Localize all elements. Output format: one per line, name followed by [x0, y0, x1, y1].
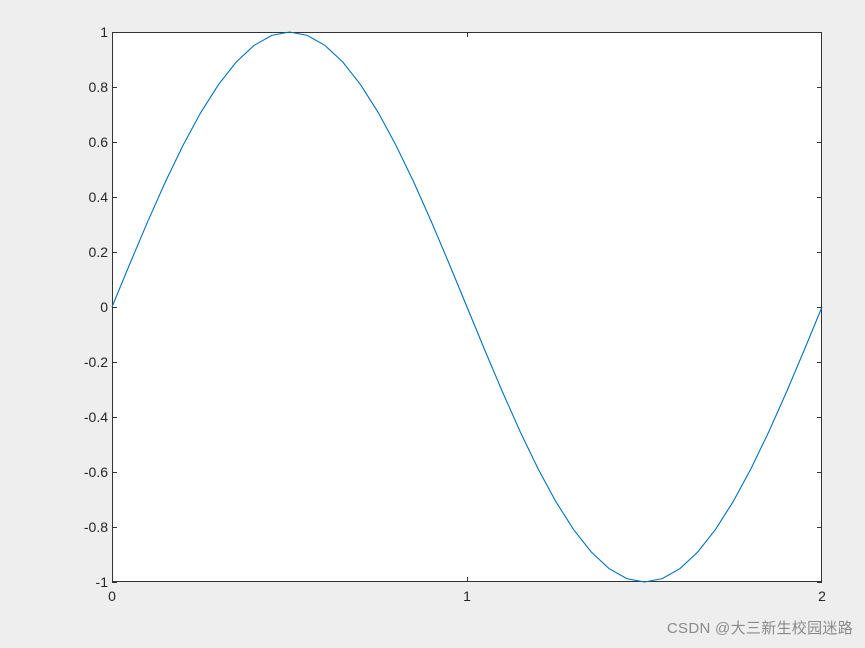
y-tick-mark	[817, 527, 822, 528]
y-tick-mark	[112, 87, 117, 88]
x-tick-mark	[112, 577, 113, 582]
x-tick-mark	[112, 32, 113, 37]
x-tick-label: 1	[463, 588, 471, 604]
x-tick-mark	[467, 577, 468, 582]
y-tick-mark	[112, 417, 117, 418]
y-tick-label: 0.6	[68, 134, 108, 150]
x-tick-mark	[467, 32, 468, 37]
y-tick-label: 0	[68, 299, 108, 315]
y-tick-mark	[112, 142, 117, 143]
watermark-text: CSDN @大三新生校园迷路	[667, 617, 853, 638]
y-tick-mark	[112, 252, 117, 253]
y-tick-mark	[112, 362, 117, 363]
line-series	[112, 32, 822, 582]
y-tick-label: -0.2	[68, 354, 108, 370]
x-tick-label: 0	[108, 588, 116, 604]
y-tick-mark	[112, 527, 117, 528]
y-tick-label: -0.4	[68, 409, 108, 425]
y-tick-mark	[112, 472, 117, 473]
y-tick-label: 0.8	[68, 79, 108, 95]
y-tick-mark	[817, 307, 822, 308]
x-tick-mark	[821, 32, 822, 37]
y-tick-label: -0.8	[68, 519, 108, 535]
y-tick-mark	[817, 142, 822, 143]
y-tick-label: 0.2	[68, 244, 108, 260]
y-tick-mark	[817, 417, 822, 418]
y-tick-label: 1	[68, 24, 108, 40]
y-tick-mark	[112, 197, 117, 198]
y-tick-mark	[817, 362, 822, 363]
y-tick-mark	[112, 582, 117, 583]
y-tick-mark	[817, 252, 822, 253]
y-tick-mark	[817, 582, 822, 583]
y-tick-mark	[817, 197, 822, 198]
x-tick-mark	[821, 577, 822, 582]
x-tick-label: 2	[818, 588, 826, 604]
y-tick-mark	[112, 307, 117, 308]
y-tick-label: -0.6	[68, 464, 108, 480]
y-tick-label: 0.4	[68, 189, 108, 205]
y-tick-label: -1	[68, 574, 108, 590]
y-tick-mark	[817, 472, 822, 473]
y-tick-mark	[817, 87, 822, 88]
